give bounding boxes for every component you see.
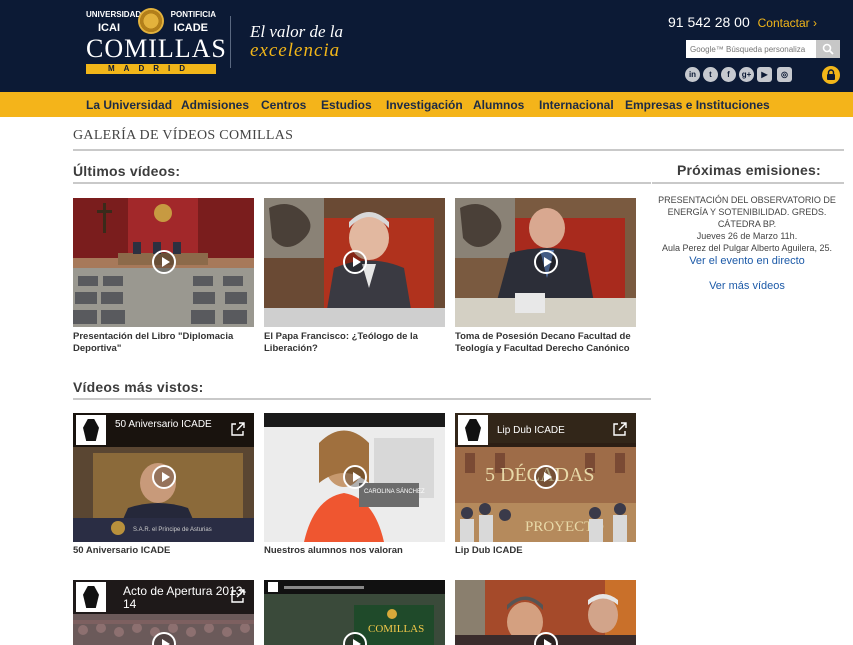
overlay-title: Lip Dub ICADE <box>497 425 565 436</box>
contact-block: 91 542 28 00 Contactar › <box>668 14 817 30</box>
search-button[interactable] <box>816 40 840 58</box>
comillas-crest-icon <box>458 415 488 445</box>
event-line: CÁTEDRA BP. <box>717 219 777 229</box>
external-link-icon[interactable] <box>230 421 246 437</box>
play-icon <box>534 250 558 274</box>
main-nav: La Universidad Admisiones Centros Estudi… <box>0 92 853 117</box>
comillas-crest-icon <box>76 582 106 612</box>
nav-item-internacional[interactable]: Internacional <box>539 98 614 112</box>
youtube-icon[interactable]: ▶ <box>757 67 772 82</box>
nav-item-centros[interactable]: Centros <box>261 98 306 112</box>
seal-icon <box>138 8 164 34</box>
video-thumbnail[interactable]: 5 DÉCADAS PROYECTO Lip Dub ICADE <box>455 413 636 542</box>
external-link-icon[interactable] <box>612 421 628 437</box>
video-thumbnail[interactable]: S.A.R. el Príncipe de Asturias 50 Aniver… <box>73 413 254 542</box>
logo-name: COMILLAS <box>86 34 227 63</box>
event-line: PRESENTACIÓN DEL OBSERVATORIO DE <box>658 195 836 205</box>
play-icon <box>343 250 367 274</box>
play-icon <box>534 465 558 489</box>
instagram-icon[interactable]: ◎ <box>777 67 792 82</box>
play-icon <box>343 465 367 489</box>
login-lock-button[interactable] <box>822 66 840 84</box>
googleplus-icon[interactable]: g+ <box>739 67 754 82</box>
page-title: GALERÍA DE VÍDEOS COMILLAS <box>73 128 294 143</box>
comillas-logo[interactable]: UNIVERSIDAD PONTIFICIA ICAI ICADE COMILL… <box>86 8 227 74</box>
nav-item-estudios[interactable]: Estudios <box>321 98 372 112</box>
watch-live-link[interactable]: Ver el evento en directo <box>652 255 842 267</box>
search-box <box>686 40 840 58</box>
video-thumbnail[interactable] <box>264 198 445 327</box>
nav-item-alumnos[interactable]: Alumnos <box>473 98 524 112</box>
twitter-icon[interactable]: t <box>703 67 718 82</box>
video-thumbnail[interactable] <box>455 580 636 645</box>
nav-item-admisiones[interactable]: Admisiones <box>181 98 249 112</box>
logo-top-left: UNIVERSIDAD <box>86 10 142 19</box>
most-viewed-divider <box>73 398 651 400</box>
latest-divider <box>73 182 651 184</box>
nav-item-investigacion[interactable]: Investigación <box>386 98 463 112</box>
thumb-name-tag: CAROLINA SÁNCHEZ <box>364 488 425 495</box>
video-caption[interactable]: Nuestros alumnos nos valoran <box>264 545 446 557</box>
slogan: El valor de la excelencia <box>250 22 343 62</box>
play-icon <box>152 250 176 274</box>
slogan-line-1: El valor de la <box>250 22 344 41</box>
event-line: ENERGÍA Y SOTENIBILIDAD. GREDS. <box>667 207 827 217</box>
video-thumbnail[interactable] <box>455 198 636 327</box>
event-line: Aula Perez del Pulgar Alberto Aguilera, … <box>661 243 833 253</box>
site-header: UNIVERSIDAD PONTIFICIA ICAI ICADE COMILL… <box>0 0 853 92</box>
facebook-icon[interactable]: f <box>721 67 736 82</box>
play-icon <box>152 465 176 489</box>
contact-link[interactable]: Contactar › <box>758 16 817 30</box>
linkedin-icon[interactable]: in <box>685 67 700 82</box>
nav-item-empresas[interactable]: Empresas e Instituciones <box>625 98 770 112</box>
video-caption[interactable]: El Papa Francisco: ¿Teólogo de la Libera… <box>264 331 446 355</box>
search-icon <box>822 43 834 55</box>
thumb-caption-text: S.A.R. el Príncipe de Asturias <box>133 527 212 533</box>
sidebar-divider <box>652 182 844 184</box>
logo-icade: ICADE <box>173 22 208 34</box>
video-overlay-bar: Lip Dub ICADE <box>455 413 636 447</box>
lock-icon <box>827 69 835 80</box>
header-divider <box>230 16 231 68</box>
more-videos-link[interactable]: Ver más vídeos <box>652 280 842 292</box>
video-thumbnail[interactable]: Acto de Apertura 2013-14 <box>73 580 254 645</box>
video-thumbnail[interactable] <box>73 198 254 327</box>
video-thumbnail[interactable]: COMILLAS <box>264 580 445 645</box>
slogan-line-2: excelencia <box>250 40 341 61</box>
event-line: Jueves 26 de Marzo 11h. <box>696 231 798 241</box>
video-overlay-bar: 50 Aniversario ICADE <box>73 413 254 447</box>
most-viewed-heading: Vídeos más vistos: <box>73 379 204 395</box>
external-link-icon[interactable] <box>230 588 246 604</box>
upcoming-broadcasts-heading: Próximas emisiones: <box>677 162 821 178</box>
thumb-banner-text: COMILLAS <box>368 623 424 635</box>
logo-top-right: PONTIFICIA <box>170 10 216 19</box>
video-caption[interactable]: Toma de Posesión Decano Facultad de Teol… <box>455 331 637 355</box>
search-input[interactable] <box>686 40 816 58</box>
title-divider <box>73 149 844 151</box>
logo-city: MADRID <box>86 64 216 74</box>
video-overlay-bar: Acto de Apertura 2013-14 <box>73 580 254 614</box>
video-caption[interactable]: Presentación del Libro "Diplomacia Depor… <box>73 331 255 355</box>
overlay-title: 50 Aniversario ICADE <box>115 419 212 430</box>
video-thumbnail[interactable]: CAROLINA SÁNCHEZ <box>264 413 445 542</box>
latest-videos-heading: Últimos vídeos: <box>73 163 181 179</box>
video-caption[interactable]: Lip Dub ICADE <box>455 545 637 557</box>
comillas-crest-icon <box>76 415 106 445</box>
logo-icai: ICAI <box>98 22 120 34</box>
phone-number: 91 542 28 00 <box>668 14 750 30</box>
video-caption[interactable]: 50 Aniversario ICADE <box>73 545 255 557</box>
nav-item-universidad[interactable]: La Universidad <box>86 98 172 112</box>
